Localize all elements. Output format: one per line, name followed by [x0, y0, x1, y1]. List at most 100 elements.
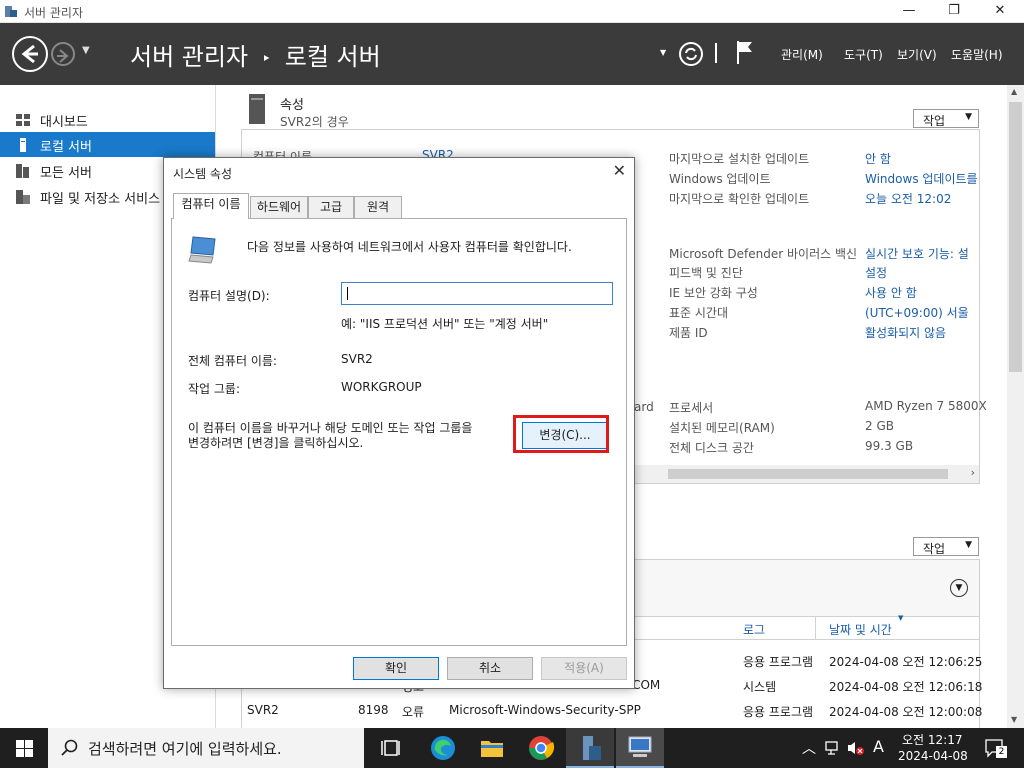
- tab-panel: 다음 정보를 사용하여 네트워크에서 사용자 컴퓨터를 확인합니다. 컴퓨터 설…: [171, 218, 627, 646]
- maximize-button[interactable]: ❐: [931, 0, 977, 23]
- flag-icon[interactable]: [735, 39, 755, 65]
- event-datetime: 2024-04-08 오전 12:06:25: [829, 655, 983, 669]
- column-header-datetime[interactable]: 날짜 및 시간: [829, 621, 892, 638]
- chrome-browser-icon[interactable]: [526, 733, 556, 763]
- system-properties-dialog: 시스템 속성 ✕ 컴퓨터 이름 하드웨어 고급 원격 다음 정보를 사용하여 네…: [163, 157, 635, 689]
- task-view-icon[interactable]: [377, 733, 407, 763]
- close-icon[interactable]: ✕: [613, 161, 626, 180]
- full-name-value: SVR2: [341, 352, 373, 366]
- servers-icon: [16, 164, 29, 178]
- sidebar-item-local-server[interactable]: 로컬 서버: [0, 132, 215, 157]
- vertical-scrollbar[interactable]: ▲ ▼: [1007, 85, 1024, 728]
- menu-manage[interactable]: 관리(M): [781, 46, 823, 63]
- last-installed-updates-value[interactable]: 안 함: [865, 150, 891, 167]
- file-explorer-icon[interactable]: [477, 733, 507, 763]
- minimize-button[interactable]: —: [886, 0, 932, 23]
- event-id: 8198: [358, 703, 389, 717]
- scrollbar-thumb[interactable]: [668, 469, 948, 479]
- scroll-right-icon[interactable]: ›: [971, 466, 975, 479]
- clock-time[interactable]: 오전 12:17: [902, 731, 962, 748]
- ram-value: 2 GB: [865, 419, 894, 433]
- notification-center-button[interactable]: 2: [984, 738, 1007, 758]
- processor-label: 프로세서: [669, 401, 714, 415]
- tab-remote[interactable]: 원격: [354, 196, 402, 218]
- processor-value: AMD Ryzen 7 5800X: [865, 399, 987, 413]
- timezone-label: 표준 시간대: [669, 306, 729, 320]
- windows-update-value[interactable]: Windows 업데이트를: [865, 170, 978, 187]
- tab-computer-name[interactable]: 컴퓨터 이름: [173, 193, 249, 219]
- dropdown-icon[interactable]: ▼: [660, 48, 666, 57]
- event-log: 응용 프로그램: [743, 655, 814, 669]
- table-row[interactable]: SVR2 8198 오류 Microsoft-Windows-Security-…: [242, 703, 982, 723]
- tab-hardware[interactable]: 하드웨어: [250, 196, 308, 218]
- disk-label: 전체 디스크 공간: [669, 441, 754, 455]
- events-tasks-dropdown[interactable]: 작업 ▼: [913, 537, 979, 556]
- workgroup-value: WORKGROUP: [341, 380, 422, 394]
- timezone-value[interactable]: (UTC+09:00) 서울: [865, 304, 969, 321]
- edge-browser-icon[interactable]: [428, 733, 458, 763]
- show-hidden-icons-icon[interactable]: ︿: [802, 738, 816, 758]
- defender-value[interactable]: 실시간 보호 기능: 설: [865, 245, 969, 262]
- refresh-icon[interactable]: [678, 41, 704, 67]
- last-checked-updates-value[interactable]: 오늘 오전 12:02: [865, 190, 951, 207]
- product-id-label: 제품 ID: [669, 326, 708, 340]
- product-id-value[interactable]: 활성화되지 않음: [865, 324, 946, 341]
- tab-advanced[interactable]: 고급: [308, 196, 354, 218]
- network-icon[interactable]: [825, 740, 841, 756]
- taskbar-server-manager[interactable]: [566, 728, 614, 768]
- history-dropdown-icon[interactable]: ▼: [82, 45, 90, 56]
- properties-tasks-dropdown[interactable]: 작업 ▼: [913, 109, 979, 128]
- cancel-button[interactable]: 취소: [447, 657, 533, 680]
- taskbar-search-box[interactable]: 검색하려면 여기에 입력하세요.: [48, 728, 364, 768]
- expand-icon[interactable]: ▼: [950, 579, 968, 597]
- close-window-button[interactable]: ✕: [977, 0, 1023, 23]
- apply-button[interactable]: 적용(A): [541, 657, 627, 680]
- forward-arrow-icon: [57, 49, 69, 63]
- ime-indicator[interactable]: A: [873, 737, 884, 756]
- column-header-log[interactable]: 로그: [743, 621, 765, 638]
- breadcrumb-root[interactable]: 서버 관리자: [130, 43, 248, 71]
- ram-label: 설치된 메모리(RAM): [669, 421, 775, 435]
- forward-button[interactable]: [51, 42, 75, 66]
- ie-esc-value[interactable]: 사용 안 함: [865, 284, 917, 301]
- windows-update-label: Windows 업데이트: [669, 172, 771, 186]
- feedback-value[interactable]: 설정: [865, 264, 887, 281]
- breadcrumb: 서버 관리자 ‣ 로컬 서버: [130, 37, 381, 72]
- computer-icon: [188, 236, 216, 264]
- event-log: 응용 프로그램: [743, 705, 814, 719]
- menu-view[interactable]: 보기(V): [897, 46, 937, 63]
- scrollbar-thumb[interactable]: [1009, 102, 1022, 372]
- sidebar-item-label: 모든 서버: [40, 166, 92, 181]
- intro-text: 다음 정보를 사용하여 네트워크에서 사용자 컴퓨터를 확인합니다.: [247, 240, 572, 254]
- event-source: Microsoft-Windows-Security-SPP: [449, 703, 641, 717]
- description-example: 예: "IIS 프로덕션 서버" 또는 "계정 서버": [341, 317, 549, 331]
- taskbar-system-properties[interactable]: [616, 728, 664, 768]
- back-arrow-icon: [21, 44, 38, 64]
- ard-fragment: ard: [634, 400, 654, 414]
- menu-tools[interactable]: 도구(T): [844, 46, 883, 63]
- server-manager-icon: [5, 6, 17, 17]
- dashboard-icon: [16, 114, 30, 126]
- chevron-down-icon: ▼: [965, 112, 972, 122]
- scroll-up-icon[interactable]: ▲: [1011, 87, 1017, 96]
- breadcrumb-current: 로컬 서버: [284, 43, 381, 71]
- chevron-down-icon: ▼: [965, 540, 972, 550]
- last-checked-updates-label: 마지막으로 확인한 업데이트: [669, 192, 810, 206]
- clock-date[interactable]: 2024-04-08: [898, 749, 968, 763]
- computer-description-input[interactable]: [341, 282, 613, 305]
- menu-help[interactable]: 도움말(H): [951, 46, 1003, 63]
- properties-title: 속성: [280, 98, 304, 113]
- windows-start-icon[interactable]: [16, 740, 33, 757]
- ie-esc-label: IE 보안 강화 구성: [669, 286, 758, 300]
- highlight-box: [513, 415, 609, 453]
- ok-button[interactable]: 확인: [353, 657, 439, 680]
- search-placeholder: 검색하려면 여기에 입력하세요.: [88, 740, 282, 758]
- title-bar: 서버 관리자 — ❐ ✕: [0, 0, 1024, 23]
- tasks-label: 작업: [923, 114, 946, 128]
- volume-muted-icon[interactable]: [847, 740, 865, 756]
- disk-value: 99.3 GB: [865, 439, 914, 453]
- dialog-title: 시스템 속성: [173, 167, 233, 181]
- sidebar-item-dashboard[interactable]: 대시보드: [0, 107, 215, 132]
- back-button[interactable]: [12, 36, 48, 72]
- scroll-down-icon[interactable]: ▼: [1011, 715, 1017, 724]
